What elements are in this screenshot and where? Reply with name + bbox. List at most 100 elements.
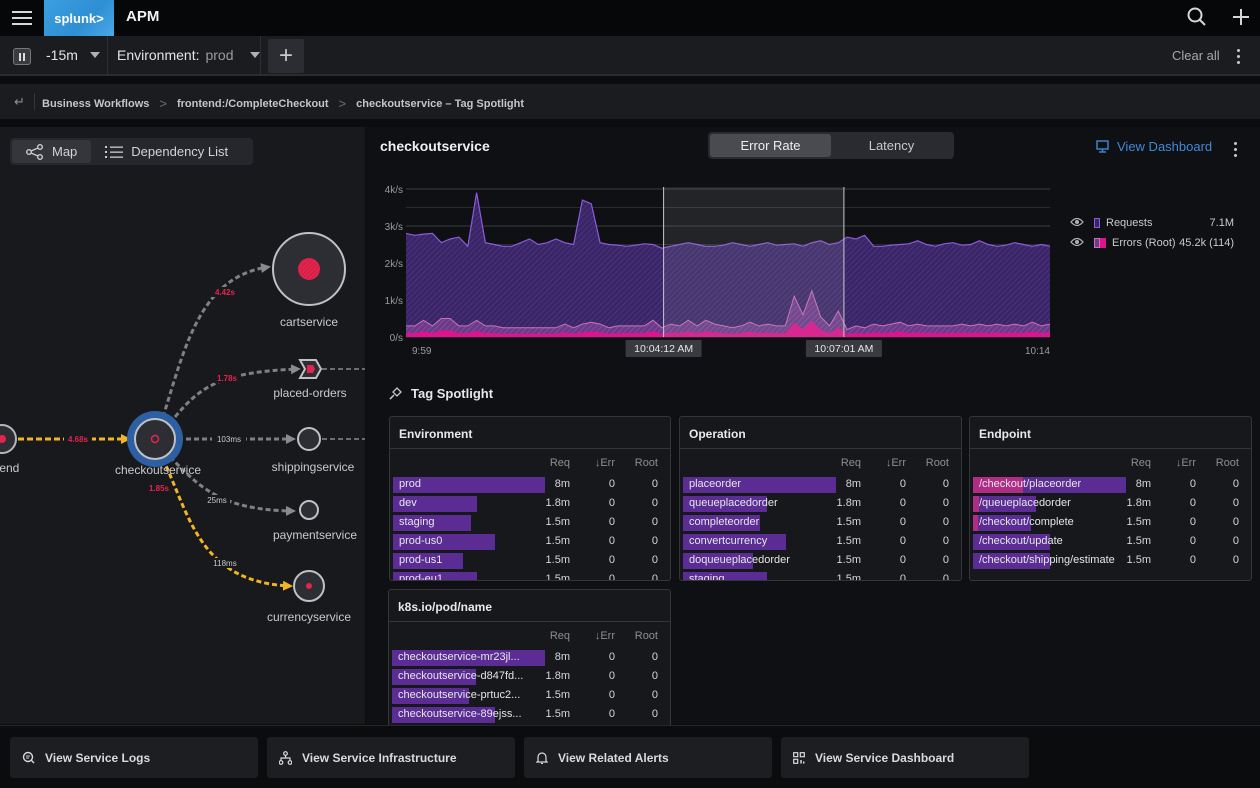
view-related-alerts-button[interactable]: View Related Alerts — [524, 737, 772, 778]
row-root-value: 0 — [651, 651, 658, 663]
button-label: View Service Logs — [45, 750, 151, 765]
legend-item-requests[interactable]: Requests 7.1M — [1070, 213, 1234, 233]
more-options-icon[interactable] — [1234, 139, 1238, 160]
logo-text: splunk> — [54, 10, 104, 26]
table-row[interactable]: /queueplacedorder 1.8m 0 0 — [970, 495, 1251, 514]
table-row[interactable]: checkoutservice-prtuc2... 1.5m 0 0 — [389, 687, 670, 706]
node-placed-orders[interactable]: placed-orders — [273, 359, 347, 400]
node-frontend[interactable]: tend — [0, 424, 19, 475]
row-root-value: 0 — [1232, 516, 1239, 528]
breadcrumb-workflow[interactable]: frontend:/CompleteCheckout — [177, 98, 329, 110]
chart-selection[interactable] — [663, 187, 845, 337]
table-row[interactable]: /checkout/complete 1.5m 0 0 — [970, 514, 1251, 533]
view-service-dashboard-button[interactable]: View Service Dashboard — [781, 737, 1029, 778]
tag-card-environment: Environment Req ↓Err Root prod 8m 0 0 dev 1.8m 0 0 s… — [389, 416, 671, 581]
table-row[interactable]: dev 1.8m 0 0 — [390, 495, 670, 514]
table-row[interactable]: doqueueplacedorder 1.5m 0 0 — [680, 552, 961, 571]
table-row[interactable]: convertcurrency 1.5m 0 0 — [680, 533, 961, 552]
selection-region[interactable] — [663, 187, 844, 337]
button-label: View Related Alerts — [558, 750, 669, 765]
environment-selector[interactable]: Environment: prod — [117, 47, 260, 63]
table-row[interactable]: completeorder 1.5m 0 0 — [680, 514, 961, 533]
card-title: Environment — [390, 417, 670, 449]
column-header[interactable]: ↓Err — [595, 457, 615, 469]
table-row[interactable]: prod-eu1 1.5m 0 0 — [390, 571, 670, 581]
edge-label: 1.78s — [214, 373, 240, 383]
error-rate-chart[interactable]: 0/s 1k/s 2k/s 3k/s 4k/s 9:59 10:14 10:04:12 AM… — [366, 177, 1056, 417]
y-tick-label: 4k/s — [385, 185, 403, 196]
tab-map[interactable]: Map — [12, 140, 92, 163]
table-row[interactable]: prod 8m 0 0 — [390, 476, 670, 495]
breadcrumb-current: checkoutservice – Tag Spotlight — [356, 97, 525, 110]
service-map[interactable]: 4.42s 1.78s 4.68s 103ms 1.85s 25ms 118ms… — [0, 127, 365, 724]
table-row[interactable]: prod-us1 1.5m 0 0 — [390, 552, 670, 571]
column-header: Req — [549, 457, 570, 469]
row-req-value: 1.5m — [545, 573, 570, 581]
clear-all-button[interactable]: Clear all — [1172, 48, 1220, 63]
row-root-value: 0 — [1232, 535, 1239, 547]
row-err-value: 0 — [1189, 478, 1196, 490]
row-label: /checkout/shipping/estimate — [979, 554, 1115, 566]
table-row[interactable]: checkoutservice-89ejss... 1.5m 0 0 — [389, 706, 670, 725]
row-label: doqueueplacedorder — [689, 554, 790, 566]
row-err-value: 0 — [608, 554, 615, 566]
svg-text:1.78s: 1.78s — [217, 374, 238, 383]
map-view-toggle: Map Dependency List — [10, 138, 253, 165]
button-label: View Service Infrastructure — [302, 750, 457, 765]
table-row[interactable]: /checkout/placeorder 8m 0 0 — [970, 476, 1251, 495]
node-currencyservice[interactable]: currencyservice — [267, 570, 351, 624]
legend-item-errors[interactable]: Errors (Root) 45.2k (114) — [1070, 233, 1234, 253]
eye-icon[interactable] — [1070, 217, 1086, 230]
svg-text:placed-orders: placed-orders — [273, 386, 346, 400]
splunk-logo[interactable]: splunk> — [44, 0, 114, 36]
back-icon[interactable]: ↵ — [14, 94, 25, 110]
table-row[interactable]: staging 1.5m 0 0 — [390, 514, 670, 533]
row-root-value: 0 — [942, 554, 949, 566]
breadcrumb-business-workflows[interactable]: Business Workflows — [42, 98, 149, 110]
tab-latency[interactable]: Latency — [831, 134, 952, 157]
dashboard-grid-icon — [793, 751, 805, 764]
more-options-icon[interactable] — [1237, 46, 1241, 67]
column-header[interactable]: ↓Err — [1176, 457, 1196, 469]
column-header[interactable]: ↓Err — [886, 457, 906, 469]
add-filter-button[interactable]: + — [268, 39, 304, 73]
y-tick-label: 2k/s — [385, 259, 403, 270]
y-tick-label: 3k/s — [385, 222, 403, 233]
table-row[interactable]: queueplacedorder 1.8m 0 0 — [680, 495, 961, 514]
node-paymentservice[interactable]: paymentservice — [273, 500, 357, 542]
row-root-value: 0 — [651, 516, 658, 528]
view-service-logs-button[interactable]: View Service Logs — [10, 737, 258, 778]
column-headers: Req ↓Err Root — [970, 457, 1251, 476]
table-row[interactable]: prod-us0 1.5m 0 0 — [390, 533, 670, 552]
svg-text:shippingservice: shippingservice — [272, 460, 355, 474]
pause-button[interactable] — [13, 48, 31, 65]
table-row[interactable]: checkoutservice-mr23jl... 8m 0 0 — [389, 649, 670, 668]
plus-icon[interactable] — [1229, 5, 1253, 29]
caret-down-icon — [89, 52, 100, 58]
table-row[interactable]: placeorder 8m 0 0 — [680, 476, 961, 495]
node-shippingservice[interactable]: shippingservice — [272, 427, 355, 474]
eye-icon[interactable] — [1070, 237, 1086, 250]
table-row[interactable]: /checkout/update 1.5m 0 0 — [970, 533, 1251, 552]
view-service-infrastructure-button[interactable]: View Service Infrastructure — [267, 737, 515, 778]
node-cartservice[interactable]: cartservice — [272, 232, 346, 329]
divider — [260, 36, 261, 76]
table-row[interactable]: /checkout/shipping/estimate 1.5m 0 0 — [970, 552, 1251, 571]
edge-label: 103ms — [212, 434, 246, 444]
menu-icon[interactable] — [12, 8, 32, 26]
table-row[interactable]: staging 1.5m 0 0 — [680, 571, 961, 580]
search-icon[interactable] — [1185, 5, 1209, 29]
tag-spotlight-header: Tag Spotlight — [388, 386, 493, 401]
svg-text:103ms: 103ms — [217, 435, 241, 444]
row-root-value: 0 — [1232, 497, 1239, 509]
time-range-selector[interactable]: -15m — [46, 47, 100, 63]
flashlight-icon — [389, 387, 402, 400]
tab-error-rate[interactable]: Error Rate — [710, 134, 831, 157]
view-dashboard-link[interactable]: View Dashboard — [1096, 139, 1212, 154]
column-header[interactable]: ↓Err — [595, 630, 615, 642]
node-checkoutservice[interactable]: checkoutservice — [115, 411, 201, 477]
table-row[interactable]: checkoutservice-d847fd... 1.8m 0 0 — [389, 668, 670, 687]
log-search-icon — [22, 751, 35, 764]
row-root-value: 0 — [651, 497, 658, 509]
tab-dependency-list[interactable]: Dependency List — [91, 140, 242, 163]
